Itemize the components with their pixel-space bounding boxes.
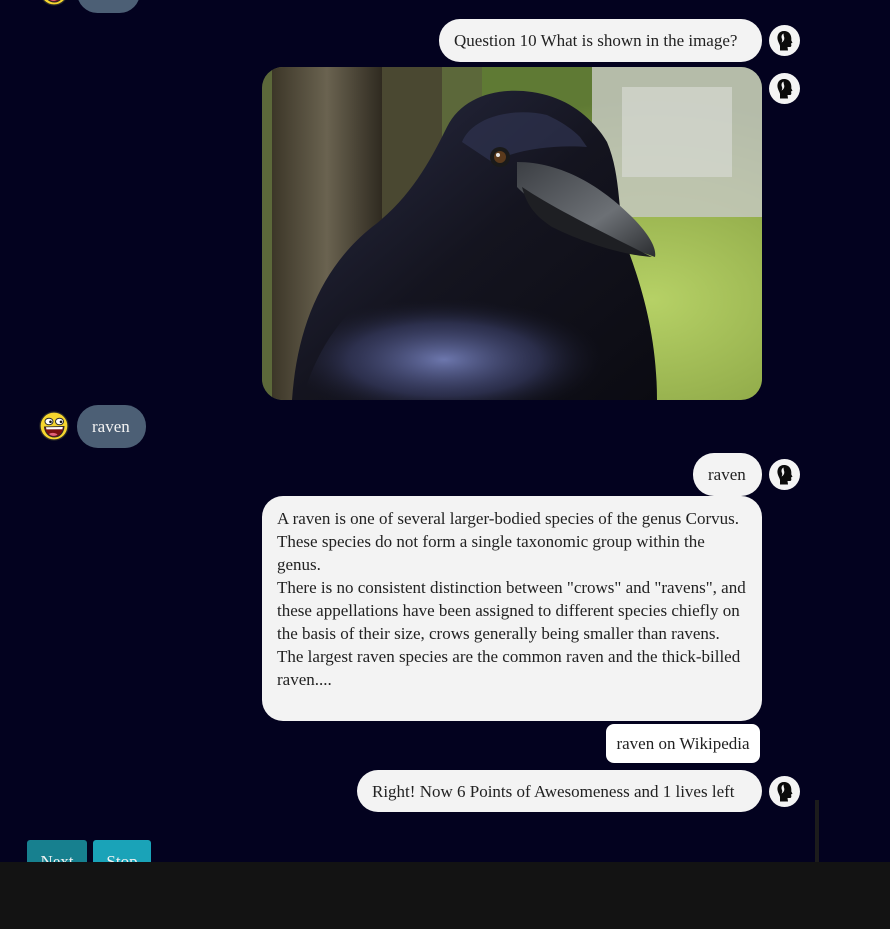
bot-echo-text: raven — [708, 465, 746, 484]
stop-button[interactable]: Stop — [93, 840, 151, 862]
raven-photo — [262, 67, 762, 400]
scrollbar-track[interactable] — [815, 800, 819, 862]
question-image — [262, 67, 762, 400]
bot-avatar — [769, 459, 800, 490]
user-answer-text: raven — [92, 417, 130, 436]
bot-avatar — [769, 73, 800, 104]
bot-avatar — [769, 776, 800, 807]
head-silhouette-icon — [769, 459, 800, 490]
info-paragraph: A raven is one of several larger-bodied … — [277, 509, 739, 574]
awesome-face-icon — [39, 0, 69, 6]
bot-echo-bubble: raven — [693, 453, 762, 496]
user-answer-bubble: raven — [77, 405, 146, 448]
result-bubble: Right! Now 6 Points of Awesomeness and 1… — [357, 770, 762, 812]
question-text: Question 10 What is shown in the image? — [454, 31, 738, 50]
info-paragraph: The largest raven species are the common… — [277, 647, 741, 689]
user-avatar — [39, 0, 69, 6]
result-text: Right! Now 6 Points of Awesomeness and 1… — [372, 782, 735, 801]
head-silhouette-icon — [769, 776, 800, 807]
head-silhouette-icon — [769, 73, 800, 104]
footer-bar — [0, 862, 890, 929]
awesome-face-icon — [39, 411, 69, 441]
wikipedia-link[interactable]: raven on Wikipedia — [606, 724, 760, 763]
bot-avatar — [769, 25, 800, 56]
info-paragraph: There is no consistent distinction betwe… — [277, 578, 746, 643]
next-button[interactable]: Next — [27, 840, 87, 862]
chat-log[interactable]: Question 10 What is shown in the image? — [0, 0, 890, 862]
raven-info-bubble: A raven is one of several larger-bodied … — [262, 496, 762, 721]
user-avatar — [39, 411, 69, 441]
previous-user-message-bubble — [77, 0, 140, 13]
question-bubble: Question 10 What is shown in the image? — [439, 19, 762, 62]
head-silhouette-icon — [769, 25, 800, 56]
